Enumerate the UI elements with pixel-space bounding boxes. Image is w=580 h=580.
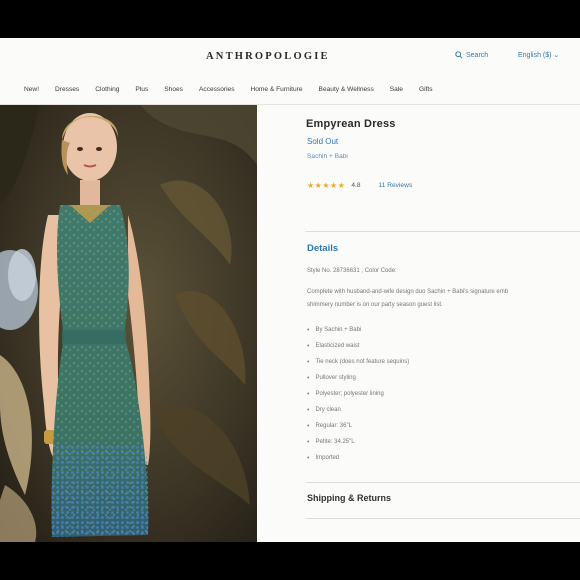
nav-item-home-furniture[interactable]: Home & Furniture (251, 86, 303, 98)
brand-link[interactable]: Sachin + Babi (307, 153, 348, 160)
letterbox-top (0, 0, 580, 38)
site-logo[interactable]: ANTHROPOLOGIE (206, 51, 330, 62)
section-divider (306, 518, 580, 519)
model-in-dress-illustration (0, 105, 257, 542)
shipping-returns-heading[interactable]: Shipping & Returns (307, 493, 391, 503)
list-item: Polyester; polyester lining (307, 386, 409, 402)
product-page: ANTHROPOLOGIE Search English ($) ⌄ New! … (0, 38, 580, 542)
nav-item-accessories[interactable]: Accessories (199, 86, 235, 98)
nav-item-sale[interactable]: Sale (390, 86, 403, 98)
nav-item-beauty-wellness[interactable]: Beauty & Wellness (319, 86, 374, 98)
product-description: Complete with husband-and-wife design du… (307, 286, 580, 312)
list-item: Imported (307, 450, 409, 466)
section-divider (306, 482, 580, 483)
nav-item-clothing[interactable]: Clothing (95, 86, 119, 98)
nav-item-plus[interactable]: Plus (135, 86, 148, 98)
search-icon (455, 51, 463, 59)
style-number: Style No. 28736631 ; Color Code: (307, 268, 397, 274)
product-image[interactable] (0, 105, 257, 542)
description-line: Complete with husband-and-wife design du… (307, 289, 509, 295)
list-item: Petite: 34.25"L (307, 434, 409, 450)
rating-value: 4.8 (351, 182, 361, 189)
reviews-link[interactable]: 11 Reviews (379, 182, 413, 189)
letterbox-bottom (0, 542, 580, 580)
nav-item-new[interactable]: New! (24, 86, 39, 98)
stock-status: Sold Out (307, 137, 339, 146)
nav-item-gifts[interactable]: Gifts (419, 86, 433, 98)
nav-item-shoes[interactable]: Shoes (164, 86, 183, 98)
list-item: Elasticized waist (307, 338, 409, 354)
list-item: Dry clean (307, 402, 409, 418)
list-item: Tie neck (does not feature sequins) (307, 354, 409, 370)
feature-list: By Sachin + Babi Elasticized waist Tie n… (307, 322, 409, 466)
nav-item-dresses[interactable]: Dresses (55, 86, 79, 98)
search-button[interactable]: Search (455, 51, 488, 59)
description-line: shimmery number is on our party season g… (307, 302, 443, 308)
details-heading[interactable]: Details (307, 243, 338, 254)
list-item: Pullover styling (307, 370, 409, 386)
language-selector[interactable]: English ($) ⌄ (518, 51, 559, 59)
search-label: Search (466, 51, 489, 59)
list-item: By Sachin + Babi (307, 322, 409, 338)
main-nav: New! Dresses Clothing Plus Shoes Accesso… (24, 86, 449, 98)
list-item: Regular: 36"L (307, 418, 409, 434)
star-rating-icon: ★★★★★ (307, 181, 346, 190)
section-divider (306, 231, 580, 232)
product-title: Empyrean Dress (306, 118, 396, 130)
product-rating: ★★★★★ 4.8 11 Reviews (307, 181, 412, 190)
